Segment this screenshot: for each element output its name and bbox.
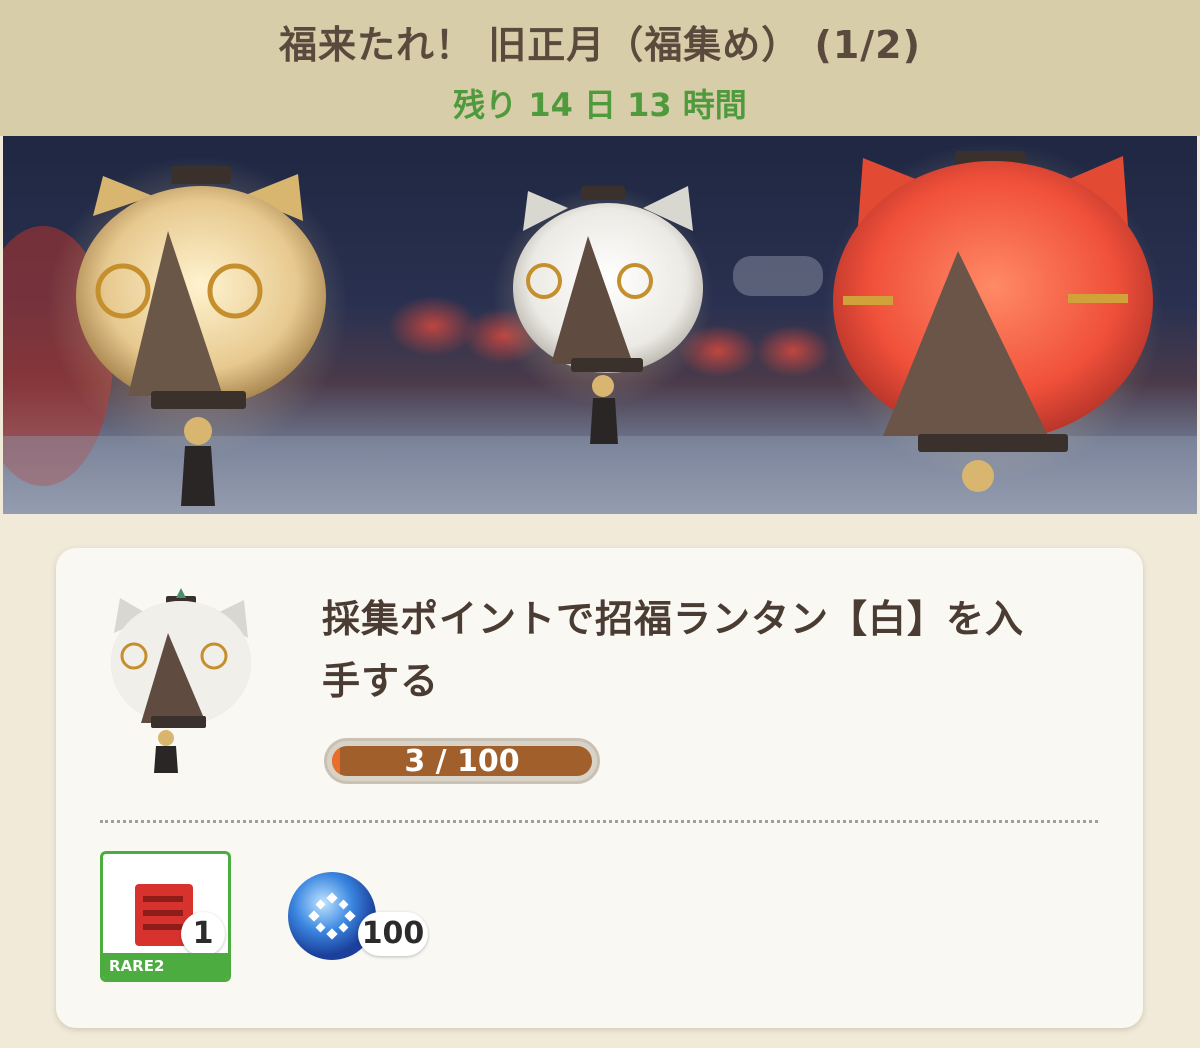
rarity-label: RARE2 <box>103 953 228 979</box>
progress-label: 3 / 100 <box>404 746 520 776</box>
mission-description-line1: 採集ポイントで招福ランタン【白】を入 <box>322 597 1025 641</box>
mission-progress-bar: 3 / 100 <box>324 738 600 784</box>
mission-card[interactable]: 採集ポイントで招福ランタン【白】を入 手する 3 / 100 1 RARE2 1… <box>56 548 1143 1028</box>
progress-track: 3 / 100 <box>332 746 592 776</box>
orb-quantity: 100 <box>358 912 428 956</box>
event-title: 福来たれ！ 旧正月（福集め） (1/2) <box>279 23 921 67</box>
mission-description-line2: 手する <box>322 659 440 703</box>
time-remaining: 残り 14 日 13 時間 <box>453 86 747 124</box>
lantern-item-icon <box>106 588 256 778</box>
event-header: 福来たれ！ 旧正月（福集め） (1/2) 残り 14 日 13 時間 <box>0 0 1200 136</box>
reward-quantity: 1 <box>181 912 225 956</box>
reward-item-ticket[interactable]: 1 RARE2 <box>100 851 231 982</box>
event-banner-image <box>3 136 1197 514</box>
divider <box>100 820 1098 823</box>
mission-description: 採集ポイントで招福ランタン【白】を入 手する <box>322 588 1122 712</box>
white-lantern <box>493 186 713 444</box>
